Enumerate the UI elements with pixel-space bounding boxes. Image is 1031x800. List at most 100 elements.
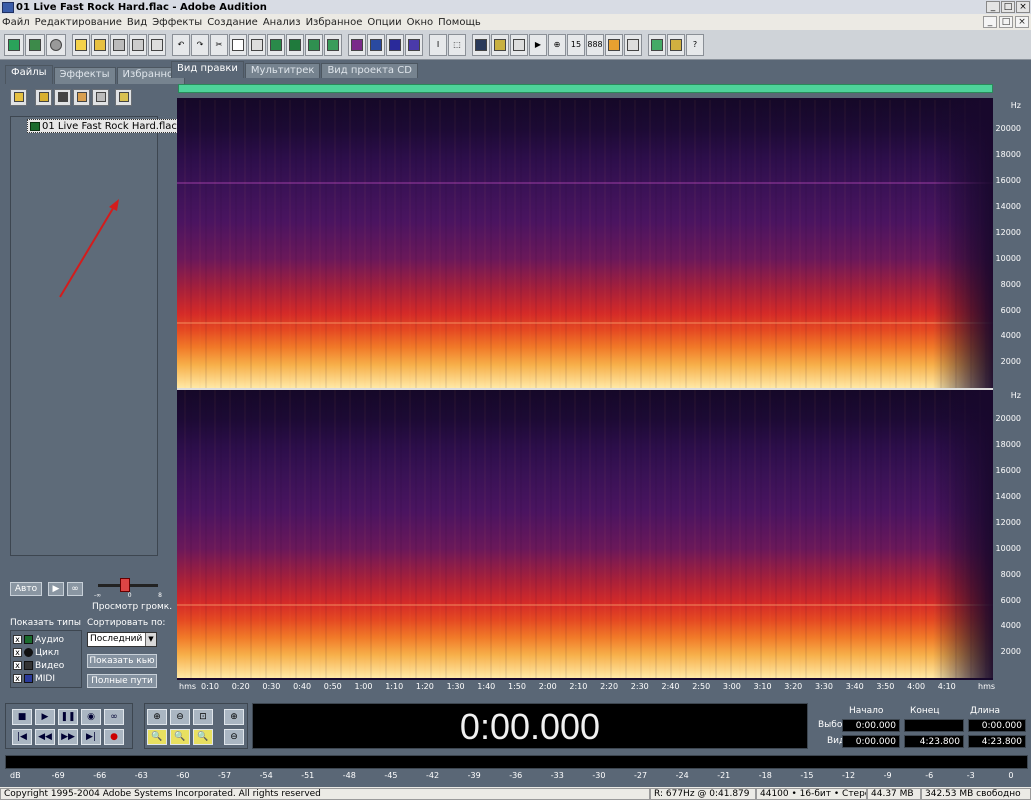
- spectral-display[interactable]: [177, 98, 993, 680]
- save-button[interactable]: [110, 33, 128, 56]
- right-channel-spectrogram[interactable]: [177, 390, 993, 678]
- tool-f-button[interactable]: 15: [567, 33, 585, 56]
- preview-play-button[interactable]: ▶: [48, 582, 64, 596]
- pause-button[interactable]: ❚❚: [58, 709, 78, 725]
- file-item[interactable]: 01 Live Fast Rock Hard.flac: [27, 119, 180, 133]
- new-file-button[interactable]: [72, 33, 90, 56]
- mdi-minimize-button[interactable]: _: [983, 16, 997, 28]
- mdi-restore-button[interactable]: □: [999, 16, 1013, 28]
- waveform-view-button[interactable]: [348, 33, 366, 56]
- menu-window[interactable]: Окно: [407, 17, 434, 28]
- mix-paste-button[interactable]: [286, 33, 304, 56]
- menu-file[interactable]: Файл: [2, 17, 30, 28]
- mdi-close-button[interactable]: ×: [1015, 16, 1029, 28]
- help-button[interactable]: ?: [686, 33, 704, 56]
- stop-button[interactable]: ■: [12, 709, 32, 725]
- zoom-right-button[interactable]: 🔍: [193, 729, 213, 745]
- view-begin-field[interactable]: 0:00.000: [842, 735, 900, 748]
- cd-project-button[interactable]: [46, 33, 66, 56]
- auto-play-button[interactable]: Авто: [10, 582, 42, 596]
- loop-button[interactable]: [305, 33, 323, 56]
- script-button[interactable]: [667, 33, 685, 56]
- tab-effects[interactable]: Эффекты: [53, 67, 116, 84]
- tab-edit-view[interactable]: Вид правки: [171, 61, 244, 78]
- edit-file-icon[interactable]: [73, 88, 90, 106]
- left-channel-spectrogram[interactable]: [177, 100, 993, 388]
- paste-button[interactable]: [248, 33, 266, 56]
- close-button[interactable]: ×: [1016, 1, 1030, 13]
- tool-c-button[interactable]: [510, 33, 528, 56]
- marquee-tool[interactable]: ⬚: [448, 33, 466, 56]
- view-length-field[interactable]: 4:23.800: [968, 735, 1026, 748]
- full-paths-button[interactable]: Полные пути: [87, 674, 157, 688]
- tool-i-button[interactable]: [624, 33, 642, 56]
- file-list[interactable]: 01 Live Fast Rock Hard.flac: [10, 116, 180, 556]
- rewind-button[interactable]: ◀◀: [35, 729, 55, 745]
- tab-multitrack[interactable]: Мультитрек: [244, 63, 321, 78]
- open-file-button[interactable]: [91, 33, 109, 56]
- trim-button[interactable]: [267, 33, 285, 56]
- open-file-icon[interactable]: [10, 88, 27, 106]
- zoom-selection-button[interactable]: 🔍: [147, 729, 167, 745]
- go-to-start-button[interactable]: |◀: [12, 729, 32, 745]
- insert-file-icon[interactable]: [92, 88, 109, 106]
- repair-button[interactable]: [324, 33, 342, 56]
- menu-view[interactable]: Вид: [127, 17, 147, 28]
- tab-files[interactable]: Файлы: [5, 65, 53, 84]
- edit-view-button[interactable]: [4, 33, 24, 56]
- file-options-icon[interactable]: [115, 88, 132, 106]
- menu-options[interactable]: Опции: [367, 17, 401, 28]
- tool-h-button[interactable]: [605, 33, 623, 56]
- video-checkbox[interactable]: x: [13, 661, 22, 670]
- maximize-button[interactable]: □: [1001, 1, 1015, 13]
- audio-checkbox[interactable]: x: [13, 635, 22, 644]
- preview-loop-button[interactable]: ∞: [67, 582, 83, 596]
- menu-analyze[interactable]: Анализ: [263, 17, 301, 28]
- spectral-view-button[interactable]: [367, 33, 385, 56]
- preview-volume-slider[interactable]: [120, 578, 130, 592]
- undo-button[interactable]: ↶: [172, 33, 190, 56]
- copy-button[interactable]: [229, 33, 247, 56]
- redo-button[interactable]: ↷: [191, 33, 209, 56]
- tool-g-button[interactable]: 888: [586, 33, 604, 56]
- zoom-in-horizontal-button[interactable]: ⊕: [147, 709, 167, 725]
- close-file-icon[interactable]: [54, 88, 71, 106]
- view-end-field[interactable]: 4:23.800: [904, 735, 964, 748]
- tab-cd-project[interactable]: Вид проекта CD: [321, 63, 418, 78]
- settings-button[interactable]: [648, 33, 666, 56]
- close-file-button[interactable]: [148, 33, 166, 56]
- import-icon[interactable]: [35, 88, 52, 106]
- cut-button[interactable]: ✂: [210, 33, 228, 56]
- loop-checkbox[interactable]: x: [13, 648, 22, 657]
- minimize-button[interactable]: _: [986, 1, 1000, 13]
- play-button[interactable]: ▶: [35, 709, 55, 725]
- phase-view-button[interactable]: [405, 33, 423, 56]
- save-all-button[interactable]: [129, 33, 147, 56]
- selection-begin-field[interactable]: 0:00.000: [842, 719, 900, 732]
- tool-a-button[interactable]: [472, 33, 490, 56]
- menu-generate[interactable]: Создание: [207, 17, 258, 28]
- selection-end-field[interactable]: [904, 719, 964, 732]
- zoom-full-button[interactable]: ⊡: [193, 709, 213, 725]
- pan-view-button[interactable]: [386, 33, 404, 56]
- menu-effects[interactable]: Эффекты: [152, 17, 202, 28]
- midi-checkbox[interactable]: x: [13, 674, 22, 683]
- record-button[interactable]: ●: [104, 729, 124, 745]
- tool-e-button[interactable]: ⊕: [548, 33, 566, 56]
- sort-select[interactable]: Последний д ▼: [87, 632, 157, 647]
- menu-edit[interactable]: Редактирование: [35, 17, 122, 28]
- show-cue-button[interactable]: Показать кью: [87, 654, 157, 668]
- zoom-left-button[interactable]: 🔍: [170, 729, 190, 745]
- fast-forward-button[interactable]: ▶▶: [58, 729, 78, 745]
- multitrack-button[interactable]: [25, 33, 45, 56]
- zoom-out-horizontal-button[interactable]: ⊖: [170, 709, 190, 725]
- menu-help[interactable]: Помощь: [438, 17, 481, 28]
- waveform-overview-bar[interactable]: [178, 84, 993, 93]
- zoom-in-vertical-button[interactable]: ⊕: [224, 709, 244, 725]
- go-to-end-button[interactable]: ▶|: [81, 729, 101, 745]
- zoom-out-vertical-button[interactable]: ⊖: [224, 729, 244, 745]
- time-selection-tool[interactable]: I: [429, 33, 447, 56]
- selection-length-field[interactable]: 0:00.000: [968, 719, 1026, 732]
- tool-d-button[interactable]: ▶: [529, 33, 547, 56]
- menu-favorites[interactable]: Избранное: [306, 17, 363, 28]
